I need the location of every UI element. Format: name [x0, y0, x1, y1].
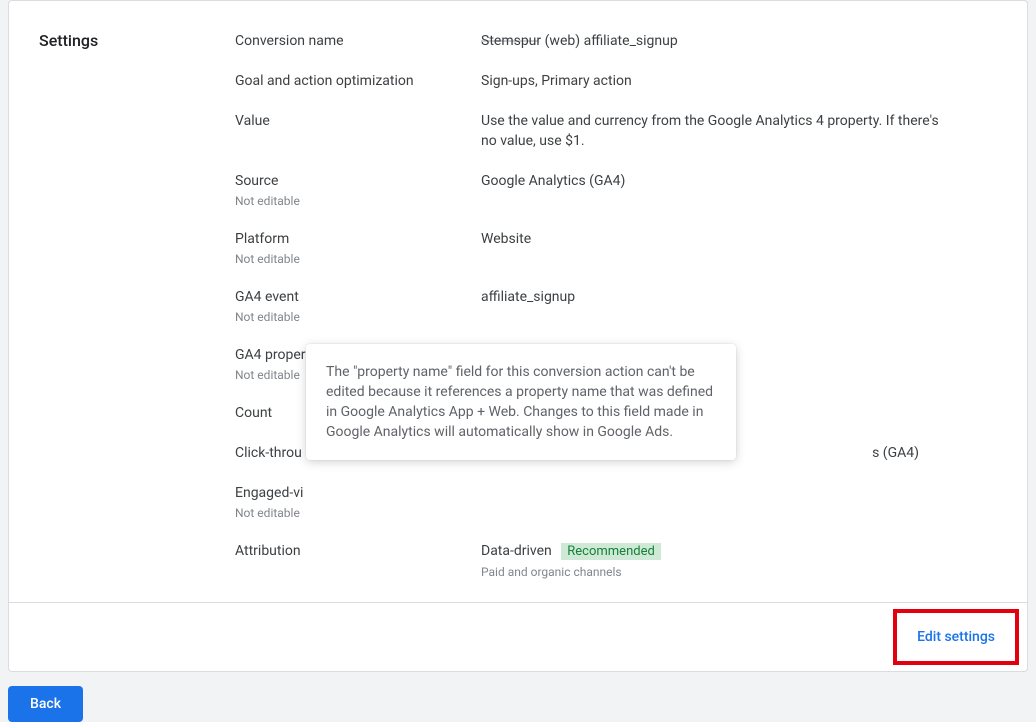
row-conversion-name: Conversion name Stemspur (web) affiliate… — [235, 31, 997, 51]
label-text: Engaged-vi — [235, 483, 481, 503]
label-value: Value — [235, 111, 481, 151]
edit-settings-highlight: Edit settings — [893, 609, 1019, 665]
label-platform: Platform Not editable — [235, 229, 481, 267]
settings-card: Settings Conversion name Stemspur (web) … — [8, 0, 1028, 672]
value-text: (web) affiliate_signup — [541, 33, 678, 49]
recommended-badge: Recommended — [561, 543, 661, 560]
label-text: Platform — [235, 229, 481, 249]
not-editable-text: Not editable — [235, 309, 481, 325]
settings-content: Settings Conversion name Stemspur (web) … — [9, 1, 1027, 602]
row-goal: Goal and action optimization Sign-ups, P… — [235, 71, 997, 91]
not-editable-text: Not editable — [235, 193, 481, 209]
attribution-subvalue: Paid and organic channels — [481, 564, 941, 580]
row-ga4-event: GA4 event Not editable affiliate_signup — [235, 287, 997, 325]
value-value: Use the value and currency from the Goog… — [481, 111, 941, 151]
row-engaged-view: Engaged-vi Not editable — [235, 483, 997, 521]
value-source: Google Analytics (GA4) — [481, 171, 941, 209]
value-attribution: Data-driven Recommended Paid and organic… — [481, 541, 941, 580]
not-editable-text: Not editable — [235, 251, 481, 267]
settings-table: Conversion name Stemspur (web) affiliate… — [235, 31, 997, 584]
label-text: GA4 event — [235, 287, 481, 307]
value-goal: Sign-ups, Primary action — [481, 71, 941, 91]
label-text: Source — [235, 171, 481, 191]
section-title: Settings — [39, 31, 235, 584]
label-source: Source Not editable — [235, 171, 481, 209]
value-engaged-view — [481, 483, 941, 521]
label-goal: Goal and action optimization — [235, 71, 481, 91]
actions-bar: Edit settings — [9, 602, 1027, 671]
row-platform: Platform Not editable Website — [235, 229, 997, 267]
row-value: Value Use the value and currency from th… — [235, 111, 997, 151]
row-attribution: Attribution Data-driven Recommended Paid… — [235, 541, 997, 580]
label-text: Attribution — [235, 541, 481, 561]
not-editable-text: Not editable — [235, 505, 481, 521]
label-text: Value — [235, 111, 481, 131]
back-button[interactable]: Back — [8, 686, 83, 722]
label-text: Goal and action optimization — [235, 71, 481, 91]
value-platform: Website — [481, 229, 941, 267]
label-engaged-view: Engaged-vi Not editable — [235, 483, 481, 521]
value-ga4-event: affiliate_signup — [481, 287, 941, 325]
label-attribution: Attribution — [235, 541, 481, 580]
label-ga4-event: GA4 event Not editable — [235, 287, 481, 325]
label-conversion-name: Conversion name — [235, 31, 481, 51]
edit-settings-button[interactable]: Edit settings — [903, 621, 1009, 653]
property-name-tooltip: The "property name" field for this conve… — [306, 344, 736, 460]
row-source: Source Not editable Google Analytics (GA… — [235, 171, 997, 209]
value-conversion-name: Stemspur (web) affiliate_signup — [481, 31, 941, 51]
attribution-value: Data-driven — [481, 543, 552, 559]
struck-prefix: Stemspur — [481, 31, 541, 51]
label-text: Conversion name — [235, 31, 481, 51]
